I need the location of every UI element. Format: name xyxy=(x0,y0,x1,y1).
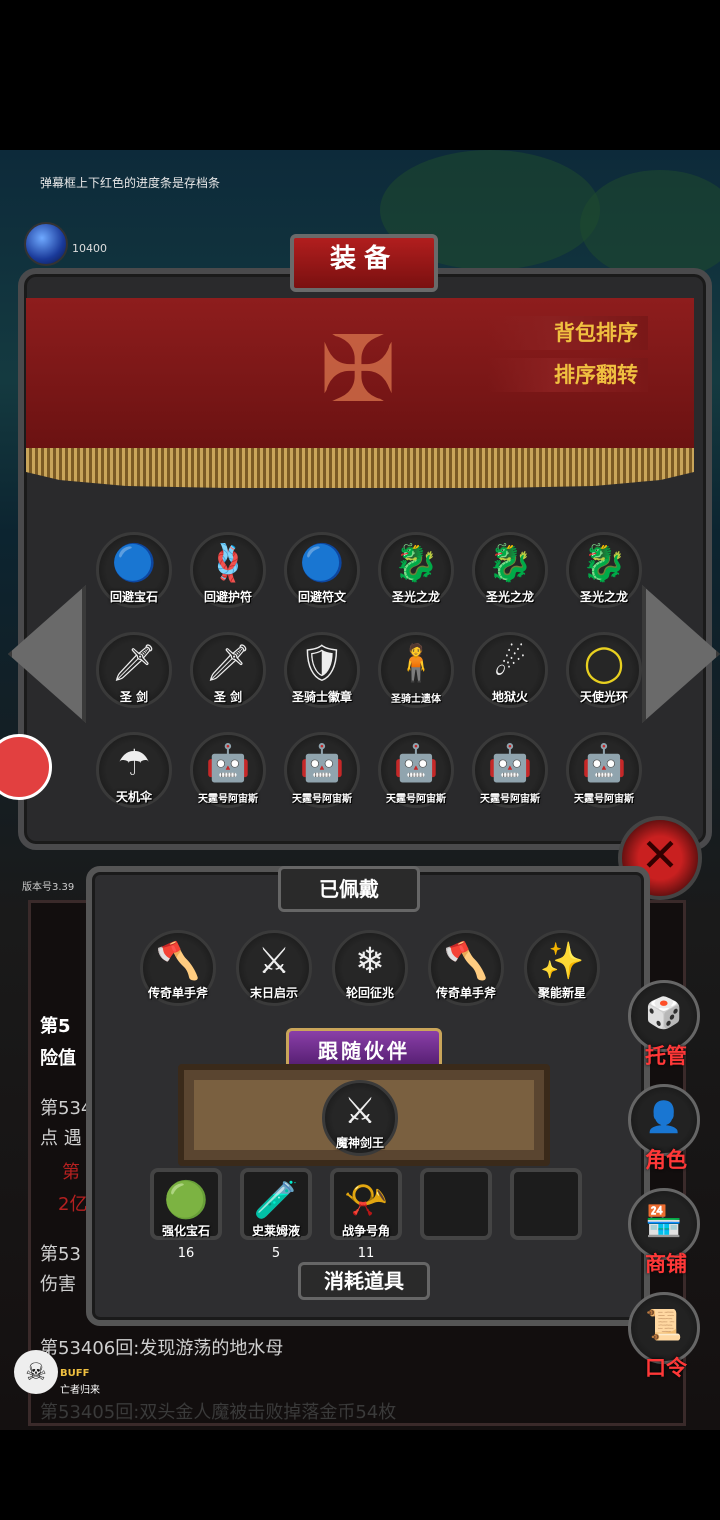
robot-icon: 🤖 xyxy=(487,743,533,784)
horn-icon: 📯 xyxy=(343,1180,389,1221)
axe-icon: 🪓 xyxy=(443,941,489,982)
sword-king-icon: ⚔ xyxy=(343,1091,377,1132)
inventory-label: 天霆号阿宙斯 xyxy=(574,794,634,805)
badge-icon: 🛡 xyxy=(299,643,345,684)
crossbow-icon: ⚔ xyxy=(257,941,291,982)
consumable-label: 战争号角 xyxy=(341,1224,390,1238)
staff-icon: ❄ xyxy=(354,941,386,982)
equipped-label: 轮回征兆 xyxy=(345,986,394,1000)
blue-orb-icon: 🔵 xyxy=(299,543,345,584)
log-line: 第53406回:发现游荡的地水母 xyxy=(40,1338,284,1359)
equipped-label: 聚能新星 xyxy=(537,986,586,1000)
gem-currency-value: 10400 xyxy=(72,242,107,255)
buff-subtitle: 亡者归来 xyxy=(60,1385,100,1396)
robot-icon: 🤖 xyxy=(393,743,439,784)
gold-dragon-icon: 🐉 xyxy=(487,543,533,584)
consumable-count: 16 xyxy=(177,1246,195,1261)
inventory-label: 圣光之龙 xyxy=(391,590,440,604)
panel-title: 装备 xyxy=(290,234,438,292)
consumables-title: 消耗道具 xyxy=(298,1262,430,1300)
gem-currency-icon xyxy=(24,222,68,266)
gold-dragon-icon: 🐉 xyxy=(581,543,627,584)
inventory-label: 圣 剑 xyxy=(213,690,243,704)
inventory-label: 圣光之龙 xyxy=(485,590,534,604)
halo-icon: ◯ xyxy=(583,643,625,684)
companion-name: 魔神剑王 xyxy=(335,1136,384,1150)
log-line: 伤害 xyxy=(40,1274,76,1295)
side-label-shop[interactable]: 商铺 xyxy=(636,1248,696,1278)
sword-icon: 🗡 xyxy=(205,643,251,684)
log-line: 第 xyxy=(62,1162,80,1183)
consumable-slot-empty[interactable] xyxy=(420,1168,492,1240)
side-label-auto[interactable]: 托管 xyxy=(636,1040,696,1070)
banner-fringe xyxy=(26,448,694,488)
inventory-label: 天使光环 xyxy=(579,690,628,704)
log-line: 险值 xyxy=(40,1048,76,1069)
equipped-label: 传奇单手斧 xyxy=(147,986,208,1000)
potion-icon: 🧪 xyxy=(253,1180,299,1221)
umbrella-icon: ☂ xyxy=(117,743,151,784)
buff-title: BUFF xyxy=(60,1368,90,1379)
inventory-label: 回避宝石 xyxy=(109,590,158,604)
robot-icon: 🤖 xyxy=(299,743,345,784)
hint-text: 弹幕框上下红色的进度条是存档条 xyxy=(40,176,221,190)
log-line: 2亿 xyxy=(58,1194,88,1215)
side-label-code[interactable]: 口令 xyxy=(636,1352,696,1382)
inventory-label: 回避符文 xyxy=(297,590,346,604)
log-line: 点 遇 xyxy=(40,1128,82,1149)
skull-icon[interactable]: ☠ xyxy=(14,1350,58,1394)
inventory-label: 天机伞 xyxy=(115,790,152,804)
equipped-title: 已佩戴 xyxy=(278,866,420,912)
sort-bag-button[interactable]: 背包排序 xyxy=(488,316,648,350)
inventory-label: 回避护符 xyxy=(203,590,252,604)
sort-flip-button[interactable]: 排序翻转 xyxy=(488,358,648,392)
robot-icon: 🤖 xyxy=(205,743,251,784)
consumable-count: 5 xyxy=(271,1246,281,1261)
equipped-label: 末日启示 xyxy=(249,986,298,1000)
inventory-label: 圣骑士徽章 xyxy=(291,690,352,704)
equipped-label: 传奇单手斧 xyxy=(435,986,496,1000)
sword-icon: 🗡 xyxy=(111,643,157,684)
version-label: 版本号3.39 xyxy=(22,882,75,893)
consumable-slot-empty[interactable] xyxy=(510,1168,582,1240)
gold-dragon-icon: 🐉 xyxy=(393,543,439,584)
green-gem-icon: 🟢 xyxy=(163,1180,209,1221)
crossed-swords-emblem-icon: ✠ xyxy=(319,316,397,423)
log-line: 第5 xyxy=(40,1016,71,1037)
log-line: 第53405回:双头金人魔被击败掉落金币54枚 xyxy=(40,1402,397,1423)
axe-icon: 🪓 xyxy=(155,941,201,982)
consumable-label: 强化宝石 xyxy=(161,1224,210,1238)
consumable-count: 11 xyxy=(357,1246,375,1261)
consumable-label: 史莱姆液 xyxy=(251,1224,300,1238)
log-line: 第53 xyxy=(40,1244,81,1265)
blue-orb-icon: 🔵 xyxy=(111,543,157,584)
inventory-label: 天霆号阿宙斯 xyxy=(292,794,352,805)
inventory-label: 天霆号阿宙斯 xyxy=(480,794,540,805)
amulet-icon: 🪢 xyxy=(205,543,251,584)
inventory-label: 圣光之龙 xyxy=(579,590,628,604)
side-label-role[interactable]: 角色 xyxy=(636,1144,696,1174)
inventory-label: 天霆号阿宙斯 xyxy=(198,794,258,805)
inventory-label: 圣骑士遗体 xyxy=(391,694,441,705)
orb-icon: ✨ xyxy=(539,941,585,982)
body-icon: 🧍 xyxy=(393,643,439,684)
robot-icon: 🤖 xyxy=(581,743,627,784)
inventory-label: 圣 剑 xyxy=(119,690,149,704)
inventory-label: 天霆号阿宙斯 xyxy=(386,794,446,805)
inventory-label: 地狱火 xyxy=(491,690,528,704)
fireball-icon: ☄ xyxy=(493,643,527,684)
